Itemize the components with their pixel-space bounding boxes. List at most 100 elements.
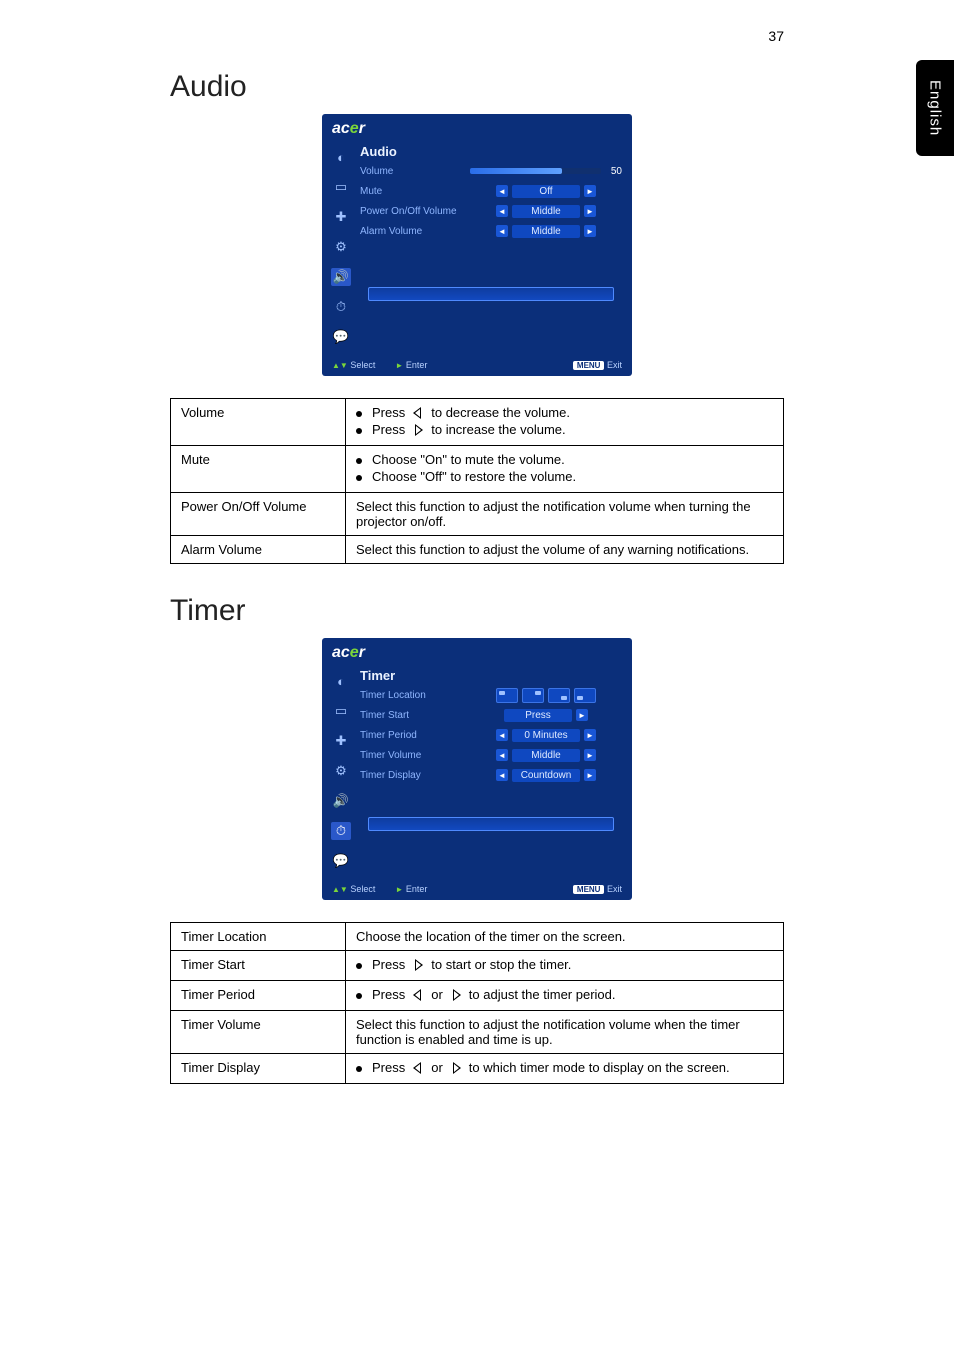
location-thumbnails[interactable] bbox=[496, 688, 596, 703]
osd-start-row[interactable]: Timer Start Press ► bbox=[360, 705, 622, 725]
osd-alarm-row[interactable]: Alarm Volume ◄ Middle ► bbox=[360, 221, 622, 241]
text: Press bbox=[372, 1060, 405, 1075]
arrow-left-icon bbox=[411, 1062, 425, 1074]
tvolume-key: Timer Volume bbox=[171, 1011, 346, 1054]
osd-volume-label: Volume bbox=[360, 166, 464, 177]
text: to adjust the timer period. bbox=[469, 987, 616, 1002]
timer-icon[interactable]: ⏱ bbox=[331, 822, 351, 840]
logo-part-1: ac bbox=[332, 644, 350, 661]
bullet-icon bbox=[356, 993, 362, 999]
osd-location-row[interactable]: Timer Location bbox=[360, 685, 622, 705]
image-icon[interactable]: ▭ bbox=[331, 178, 351, 196]
color-icon[interactable]: ◐ bbox=[331, 148, 351, 166]
footer-exit: Exit bbox=[607, 884, 622, 894]
osd-tvolume-label: Timer Volume bbox=[360, 750, 464, 761]
osd-tvolume-value: Middle bbox=[512, 749, 580, 762]
arrow-right-icon bbox=[411, 424, 425, 436]
timer-osd-panel: acer ◐ ▭ ✚ ⚙ 🔊 ⏱ 💬 Timer bbox=[322, 638, 632, 900]
osd-display-row[interactable]: Timer Display ◄ Countdown ► bbox=[360, 765, 622, 785]
logo-part-2: e bbox=[350, 644, 359, 661]
logo-part-1: ac bbox=[332, 120, 350, 137]
color-icon[interactable]: ◐ bbox=[331, 672, 351, 690]
footer-menu-badge: MENU bbox=[573, 885, 605, 894]
osd-period-row[interactable]: Timer Period ◄ 0 Minutes ► bbox=[360, 725, 622, 745]
audio-properties-table: Volume Press to decrease the volume. Pre… bbox=[170, 398, 784, 564]
chevron-right-icon[interactable]: ► bbox=[584, 729, 596, 741]
chevron-left-icon[interactable]: ◄ bbox=[496, 205, 508, 217]
text: to decrease the volume. bbox=[431, 405, 570, 420]
footer-enter: Enter bbox=[406, 360, 428, 370]
volume-value: 50 bbox=[611, 166, 622, 177]
audio-icon[interactable]: 🔊 bbox=[331, 268, 351, 286]
osd-highlight-bar bbox=[368, 817, 614, 831]
table-row: Volume Press to decrease the volume. Pre… bbox=[171, 399, 784, 446]
timer-heading: Timer bbox=[170, 594, 784, 628]
osd-power-label: Power On/Off Volume bbox=[360, 206, 464, 217]
settings-icon[interactable]: ✚ bbox=[331, 732, 351, 750]
management-icon[interactable]: ⚙ bbox=[331, 238, 351, 256]
footer-enter: Enter bbox=[406, 884, 428, 894]
text: or bbox=[431, 987, 443, 1002]
chevron-right-icon[interactable]: ► bbox=[584, 749, 596, 761]
text: Press bbox=[372, 422, 405, 437]
language-icon[interactable]: 💬 bbox=[331, 852, 351, 870]
osd-display-value: Countdown bbox=[512, 769, 580, 782]
timer-properties-table: Timer Location Choose the location of th… bbox=[170, 922, 784, 1084]
chevron-left-icon[interactable]: ◄ bbox=[496, 769, 508, 781]
chevron-right-icon[interactable]: ► bbox=[576, 709, 588, 721]
arrow-right-icon bbox=[411, 959, 425, 971]
footer-exit: Exit bbox=[607, 360, 622, 370]
volume-slider[interactable] bbox=[470, 168, 601, 174]
alarm-val: Select this function to adjust the volum… bbox=[346, 536, 784, 564]
osd-footer: ▲▼ Select ► Enter MENU Exit bbox=[322, 356, 632, 376]
osd-period-label: Timer Period bbox=[360, 730, 464, 741]
text: to start or stop the timer. bbox=[431, 957, 571, 972]
chevron-right-icon[interactable]: ► bbox=[584, 225, 596, 237]
bullet-icon bbox=[356, 1066, 362, 1072]
language-icon[interactable]: 💬 bbox=[331, 328, 351, 346]
chevron-right-icon[interactable]: ► bbox=[584, 205, 596, 217]
text: Choose "Off" to restore the volume. bbox=[372, 469, 576, 484]
osd-sidebar: ◐ ▭ ✚ ⚙ 🔊 ⏱ 💬 bbox=[322, 664, 360, 880]
table-row: Timer Period Press or to adjust the time… bbox=[171, 981, 784, 1011]
chevron-right-icon[interactable]: ► bbox=[584, 769, 596, 781]
osd-audio-title: Audio bbox=[360, 144, 622, 159]
tstart-key: Timer Start bbox=[171, 951, 346, 981]
bullet-icon bbox=[356, 475, 362, 481]
audio-heading: Audio bbox=[170, 70, 784, 104]
chevron-left-icon[interactable]: ◄ bbox=[496, 225, 508, 237]
text: to which timer mode to display on the sc… bbox=[469, 1060, 730, 1075]
osd-alarm-value: Middle bbox=[512, 225, 580, 238]
management-icon[interactable]: ⚙ bbox=[331, 762, 351, 780]
chevron-left-icon[interactable]: ◄ bbox=[496, 185, 508, 197]
image-icon[interactable]: ▭ bbox=[331, 702, 351, 720]
arrow-left-icon bbox=[411, 989, 425, 1001]
logo-part-3: r bbox=[359, 644, 365, 661]
text: Choose "On" to mute the volume. bbox=[372, 452, 565, 467]
table-row: Alarm Volume Select this function to adj… bbox=[171, 536, 784, 564]
table-row: Timer Location Choose the location of th… bbox=[171, 923, 784, 951]
text: or bbox=[431, 1060, 443, 1075]
osd-sidebar: ◐ ▭ ✚ ⚙ 🔊 ⏱ 💬 bbox=[322, 140, 360, 356]
language-tab-label: English bbox=[927, 80, 944, 136]
timer-icon[interactable]: ⏱ bbox=[331, 298, 351, 316]
osd-mute-row[interactable]: Mute ◄ Off ► bbox=[360, 181, 622, 201]
osd-power-row[interactable]: Power On/Off Volume ◄ Middle ► bbox=[360, 201, 622, 221]
osd-tvolume-row[interactable]: Timer Volume ◄ Middle ► bbox=[360, 745, 622, 765]
chevron-right-icon[interactable]: ► bbox=[584, 185, 596, 197]
audio-icon[interactable]: 🔊 bbox=[331, 792, 351, 810]
power-val: Select this function to adjust the notif… bbox=[346, 493, 784, 536]
chevron-left-icon[interactable]: ◄ bbox=[496, 749, 508, 761]
tdisplay-key: Timer Display bbox=[171, 1054, 346, 1084]
osd-volume-row[interactable]: Volume 50 bbox=[360, 161, 622, 181]
osd-mute-label: Mute bbox=[360, 186, 464, 197]
osd-timer-title: Timer bbox=[360, 668, 622, 683]
settings-icon[interactable]: ✚ bbox=[331, 208, 351, 226]
chevron-left-icon[interactable]: ◄ bbox=[496, 729, 508, 741]
audio-osd-panel: acer ◐ ▭ ✚ ⚙ 🔊 ⏱ 💬 Audio Volume bbox=[322, 114, 632, 376]
osd-start-value: Press bbox=[504, 709, 572, 722]
osd-highlight-bar bbox=[368, 287, 614, 301]
osd-power-value: Middle bbox=[512, 205, 580, 218]
logo-part-2: e bbox=[350, 120, 359, 137]
power-key: Power On/Off Volume bbox=[171, 493, 346, 536]
